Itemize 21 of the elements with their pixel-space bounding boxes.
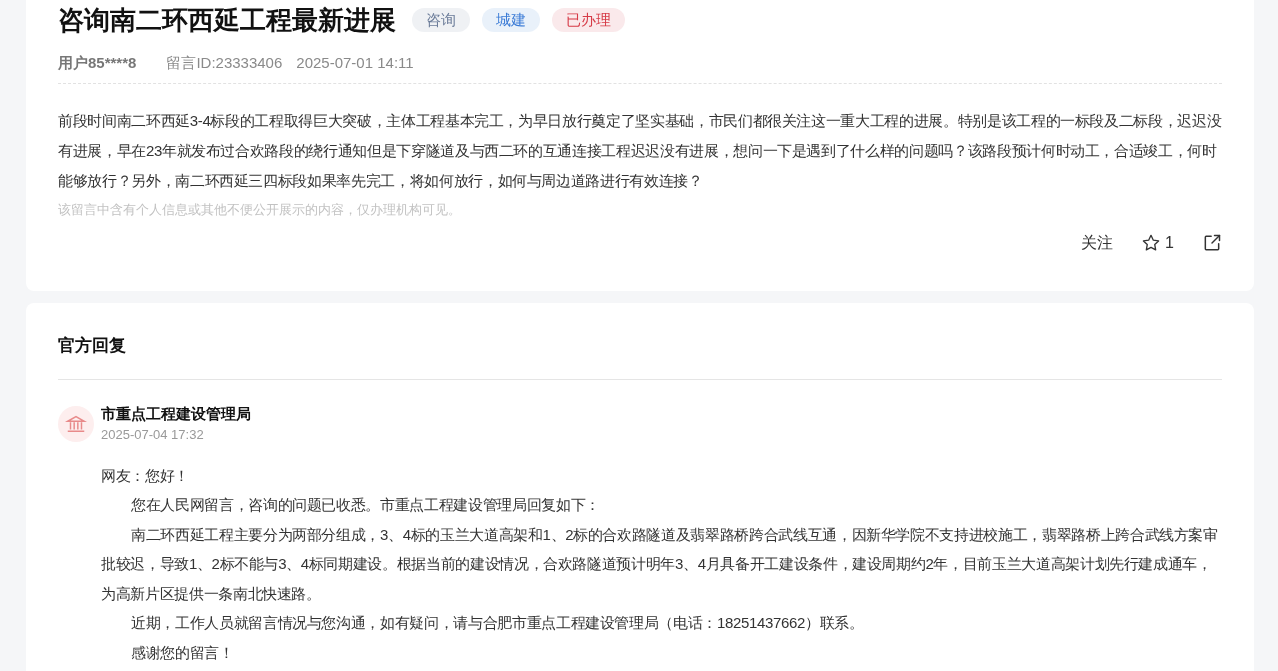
tag: 已办理 — [552, 8, 625, 32]
building-icon — [65, 413, 87, 435]
section-heading: 官方回复 — [58, 333, 1222, 380]
reply-time: 2025-07-04 17:32 — [101, 425, 205, 444]
message-id: 留言ID:23333406 — [166, 53, 283, 73]
reply-paragraph: 感谢您的留言！ — [130, 643, 235, 664]
reply-paragraph: 网友：您好！ — [101, 465, 190, 486]
follow-button[interactable]: 关注 — [1081, 231, 1114, 255]
reply-paragraph: 您在人民网留言，咨询的问题已收悉。市重点工程建设管理局回复如下： — [130, 495, 601, 516]
user-name: 用户85****8 — [58, 53, 137, 73]
reply-paragraph: 近期，工作人员就留言情况与您沟通，如有疑问，请与合肥市重点工程建设管理局（电话：18251437662）联系。 — [130, 613, 865, 634]
reply-paragraph: 南二环西延工程主要分为两部分组成，3、4标的玉兰大道高架和1、2标的合欢路隧道及翡翠路桥跨合武线互通，因新华学院不支持进校施工，翡翠路桥上跨合武线方案审批较迟，导致1、2标不能与3、4标同期建设。根据当前的建设情况，合欢路隧道预计明年3、4月具备开工建设条件，建设周期约2年，目前玉兰大道高架计划先行建成通车，为高新片区提供一条南北快速路。 — [101, 524, 1219, 604]
tag: 咨询 — [412, 8, 470, 32]
question-title: 咨询南二环西延工程最新进展 — [58, 4, 396, 37]
question-body: 前段时间南二环西延3-4标段的工程取得巨大突破，主体工程基本完工，为早日放行奠定了坚实基础，市民们都很关注这一重大工程的进展。特别是该工程的一标段及二标段，迟迟没有进展，早在23年就发布过合欢路段的绕行通知但是下穿隧道及与西二环的互通连接工程迟迟没有进展，想问一下是遇到了什么样的问题吗？该路段预计何时动工，合适竣工，何时能够放行？另外，南二环西延三四标段如果率先完工，将如何放行，如何与周边道路进行有效连接？ — [58, 110, 1222, 191]
star-icon — [1141, 233, 1162, 253]
tag: 城建 — [482, 8, 540, 32]
post-time: 2025-07-01 14:11 — [296, 53, 414, 73]
share-button[interactable] — [1202, 233, 1222, 253]
agency-name: 市重点工程建设管理局 — [101, 403, 251, 424]
like-button[interactable]: 1 — [1141, 231, 1174, 255]
